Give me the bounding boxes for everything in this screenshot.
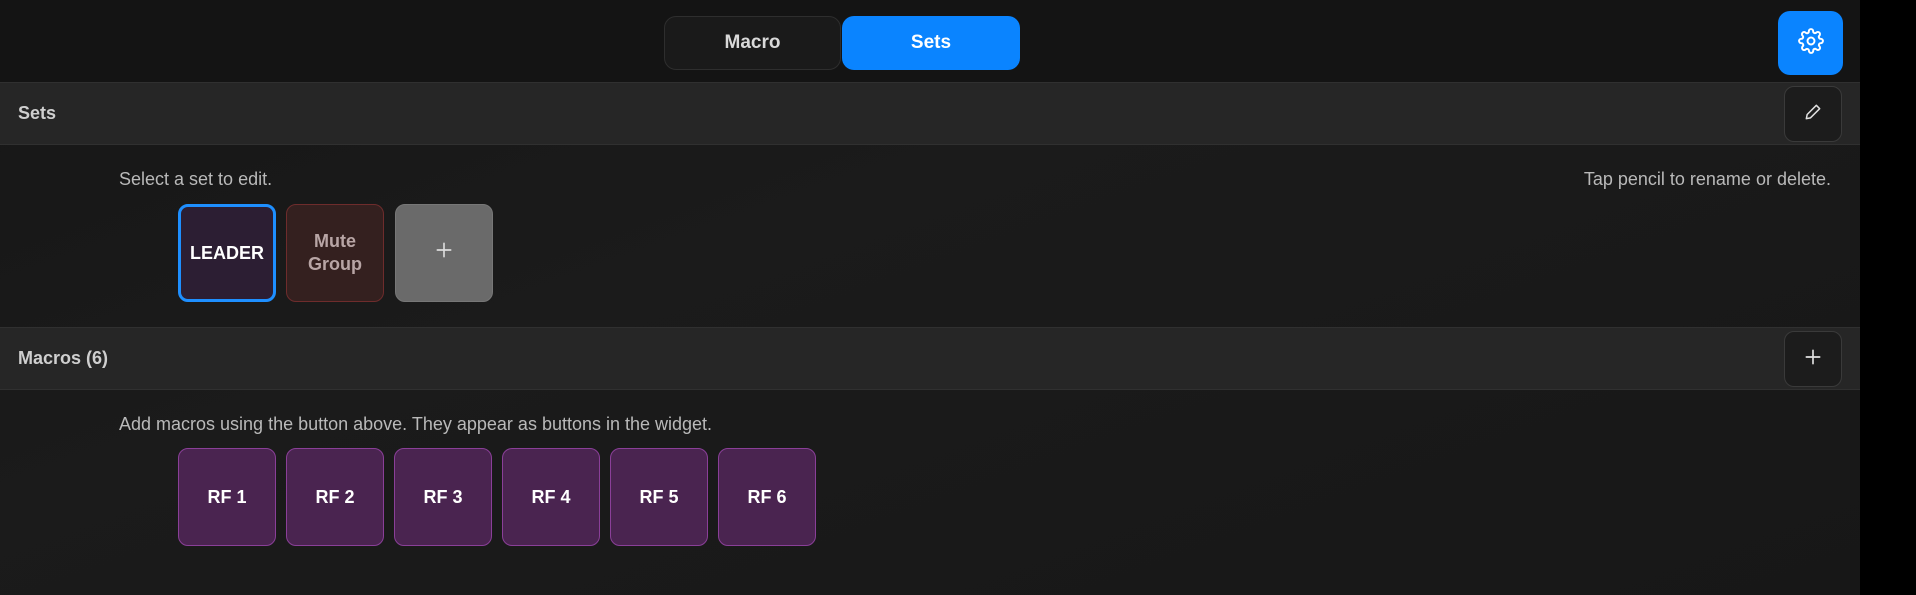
tab-sets[interactable]: Sets [842,16,1020,70]
settings-button[interactable] [1778,11,1843,75]
macro-tile-rf-3[interactable]: RF 3 [394,448,492,546]
right-edge-strip [1860,0,1916,595]
sets-section-title: Sets [18,103,57,123]
plus-icon [434,240,454,266]
sets-hint: Select a set to edit. [119,169,273,189]
set-tile-mute-group[interactable]: Mute Group [286,204,384,302]
pencil-icon [1803,102,1823,127]
macro-tile-rf-1[interactable]: RF 1 [178,448,276,546]
macros-hint: Add macros using the button above. They … [119,414,713,434]
macros-section-title: Macros (6) [18,348,109,368]
macro-tile-rf-6[interactable]: RF 6 [718,448,816,546]
macros-section-header: Macros (6) [0,327,1860,390]
top-bar: Macro Sets [0,0,1860,83]
set-tile-leader[interactable]: LEADER [178,204,276,302]
mode-segmented-control: Macro Sets [664,16,1020,70]
tab-macro[interactable]: Macro [664,16,841,70]
app-window: Macro Sets Sets Select a set to edit. Ta… [0,0,1860,595]
plus-icon [1803,347,1823,372]
rename-delete-hint: Tap pencil to rename or delete. [1583,169,1831,189]
sets-section-header: Sets [0,82,1860,145]
gear-icon [1797,27,1824,59]
macro-tile-rf-4[interactable]: RF 4 [502,448,600,546]
macro-tile-rf-2[interactable]: RF 2 [286,448,384,546]
macro-tile-rf-5[interactable]: RF 5 [610,448,708,546]
add-set-button[interactable] [395,204,493,302]
add-macro-button[interactable] [1784,331,1842,387]
edit-set-button[interactable] [1784,86,1842,142]
